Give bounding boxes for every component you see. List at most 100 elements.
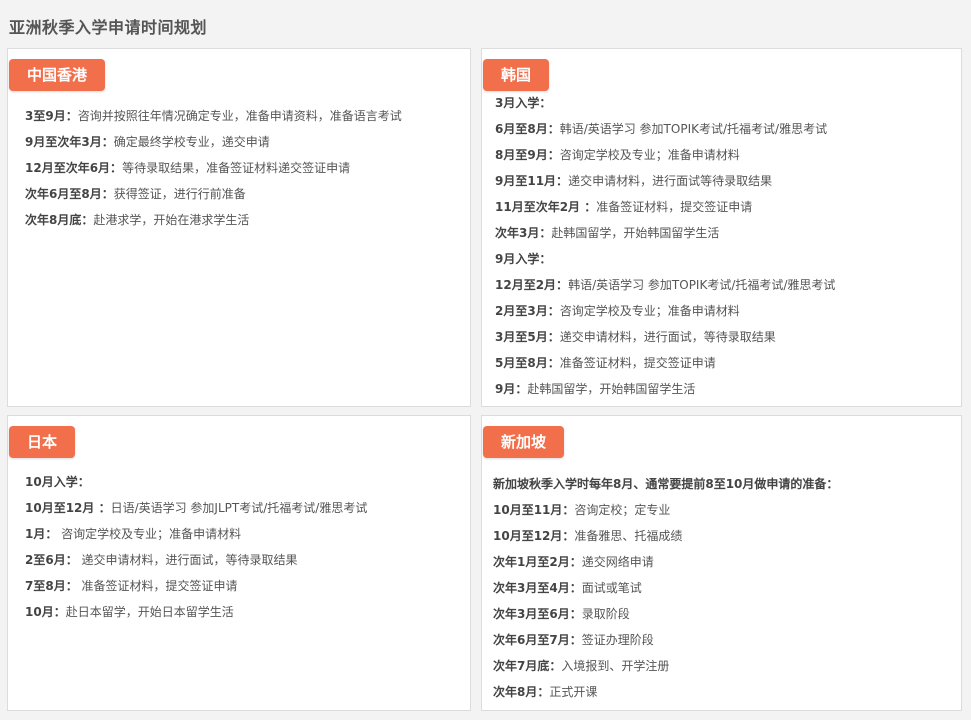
- timeline-task: 录取阶段: [581, 607, 630, 621]
- timeline-item: 10月至12月 ：日语/英语学习 参加JLPT考试/托福考试/雅思考试: [25, 495, 462, 521]
- timeline-period: 次年3月至4月：: [493, 581, 582, 595]
- timeline-period: 7至8月：: [25, 579, 78, 593]
- timeline-task: 递交申请材料，进行面试等待录取结果: [568, 174, 773, 188]
- timeline-period: 次年6月至7月：: [493, 633, 582, 647]
- timeline-list: 10月入学： 10月至12月 ：日语/英语学习 参加JLPT考试/托福考试/雅思…: [25, 469, 462, 625]
- timeline-item: 次年8月：正式开课: [493, 679, 953, 705]
- timeline-list: 新加坡秋季入学时每年8月、通常要提前8至10月做申请的准备： 10月至11月：咨…: [493, 471, 953, 705]
- timeline-period: 次年6月至8月：: [25, 187, 114, 201]
- timeline-period: 9月：: [495, 382, 528, 396]
- timeline-item: 次年3月至4月：面试或笔试: [493, 575, 953, 601]
- section-korea: 韩国 3月入学： 6月至8月：韩语/英语学习 参加TOPIK考试/托福考试/雅思…: [481, 48, 962, 407]
- timeline-task: 赴韩国留学，开始韩国留学生活: [527, 382, 696, 396]
- timeline-period: 2月至3月：: [495, 304, 560, 318]
- timeline-task: 准备签证材料，提交签证申请: [559, 356, 716, 370]
- timeline-period: 1月：: [25, 527, 58, 541]
- timeline-task: 日语/英语学习 参加JLPT考试/托福考试/雅思考试: [110, 501, 368, 515]
- timeline-period: 8月至9月：: [495, 148, 560, 162]
- timeline-period: 10月入学：: [25, 475, 90, 489]
- timeline-task: 入境报到、开学注册: [561, 659, 670, 673]
- timeline-period: 10月至11月：: [493, 503, 575, 517]
- section-japan: 日本 10月入学： 10月至12月 ：日语/英语学习 参加JLPT考试/托福考试…: [7, 415, 471, 711]
- timeline-period: 10月：: [25, 605, 66, 619]
- timeline-item: 7至8月： 准备签证材料，提交签证申请: [25, 573, 462, 599]
- section-singapore: 新加坡 新加坡秋季入学时每年8月、通常要提前8至10月做申请的准备： 10月至1…: [481, 415, 962, 711]
- timeline-item: 10月至11月：咨询定校；定专业: [493, 497, 953, 523]
- timeline-period: 9月入学：: [495, 252, 552, 266]
- timeline-period: 12月至次年6月：: [25, 161, 123, 175]
- timeline-item: 10月：赴日本留学，开始日本留学生活: [25, 599, 462, 625]
- timeline-item: 2月至3月：咨询定学校及专业；准备申请材料: [495, 298, 953, 324]
- timeline-task: 准备签证材料，提交签证申请: [77, 579, 238, 593]
- section-tag-singapore: 新加坡: [483, 426, 565, 458]
- timeline-item: 12月至次年6月：等待录取结果，准备签证材料递交签证申请: [25, 155, 462, 181]
- timeline-period: 次年7月底：: [493, 659, 562, 673]
- timeline-item: 次年6月至7月：签证办理阶段: [493, 627, 953, 653]
- section-hong-kong: 中国香港 3至9月：咨询并按照往年情况确定专业，准备申请资料，准备语言考试 9月…: [7, 48, 471, 407]
- timeline-task: 递交申请材料，进行面试，等待录取结果: [77, 553, 298, 567]
- timeline-period: 5月至8月：: [495, 356, 560, 370]
- timeline-period: 3至9月：: [25, 109, 78, 123]
- timeline-task: 咨询定校；定专业: [574, 503, 671, 517]
- section-tag-japan: 日本: [9, 426, 76, 458]
- timeline-task: 韩语/英语学习 参加TOPIK考试/托福考试/雅思考试: [568, 278, 836, 292]
- timeline-period: 9月至11月：: [495, 174, 569, 188]
- timeline-task: 签证办理阶段: [581, 633, 654, 647]
- timeline-period: 次年8月底：: [25, 213, 94, 227]
- section-tag-korea: 韩国: [483, 59, 550, 91]
- timeline-period: 9月至次年3月：: [25, 135, 114, 149]
- timeline-task: 递交网络申请: [581, 555, 654, 569]
- timeline-item: 次年6月至8月：获得签证，进行行前准备: [25, 181, 462, 207]
- timeline-task: 赴日本留学，开始日本留学生活: [65, 605, 234, 619]
- timeline-heading: 3月入学：: [495, 90, 953, 116]
- timeline-task: 确定最终学校专业，递交申请: [113, 135, 270, 149]
- timeline-item: 9月至11月：递交申请材料，进行面试等待录取结果: [495, 168, 953, 194]
- timeline-item: 次年8月底：赴港求学，开始在港求学生活: [25, 207, 462, 233]
- timeline-period: 新加坡秋季入学时每年8月、通常要提前8至10月做申请的准备：: [493, 477, 839, 491]
- page-title: 亚洲秋季入学申请时间规划: [9, 18, 208, 37]
- timeline-period: 次年8月：: [493, 685, 550, 699]
- timeline-task: 赴韩国留学，开始韩国留学生活: [551, 226, 720, 240]
- timeline-heading: 10月入学：: [25, 469, 462, 495]
- timeline-item: 次年3月：赴韩国留学，开始韩国留学生活: [495, 220, 953, 246]
- timeline-task: 正式开课: [549, 685, 598, 699]
- timeline-period: 3月入学：: [495, 96, 552, 110]
- timeline-heading: 9月入学：: [495, 246, 953, 272]
- timeline-item: 11月至次年2月 ：准备签证材料，提交签证申请: [495, 194, 953, 220]
- timeline-task: 咨询定学校及专业；准备申请材料: [559, 304, 740, 318]
- timeline-task: 等待录取结果，准备签证材料递交签证申请: [122, 161, 351, 175]
- timeline-item: 2至6月： 递交申请材料，进行面试，等待录取结果: [25, 547, 462, 573]
- timeline-item: 9月：赴韩国留学，开始韩国留学生活: [495, 376, 953, 402]
- timeline-period: 2至6月：: [25, 553, 78, 567]
- timeline-period: 次年1月至2月：: [493, 555, 582, 569]
- timeline-item: 3月至5月：递交申请材料，进行面试，等待录取结果: [495, 324, 953, 350]
- timeline-period: 次年3月至6月：: [493, 607, 582, 621]
- timeline-item: 次年1月至2月：递交网络申请: [493, 549, 953, 575]
- timeline-task: 准备雅思、托福成绩: [574, 529, 683, 543]
- timeline-task: 面试或笔试: [581, 581, 642, 595]
- timeline-list: 3至9月：咨询并按照往年情况确定专业，准备申请资料，准备语言考试 9月至次年3月…: [25, 103, 462, 233]
- timeline-task: 咨询定学校及专业；准备申请材料: [559, 148, 740, 162]
- timeline-period: 次年3月：: [495, 226, 552, 240]
- timeline-item: 6月至8月：韩语/英语学习 参加TOPIK考试/托福考试/雅思考试: [495, 116, 953, 142]
- timeline-item: 3至9月：咨询并按照往年情况确定专业，准备申请资料，准备语言考试: [25, 103, 462, 129]
- timeline-heading: 新加坡秋季入学时每年8月、通常要提前8至10月做申请的准备：: [493, 471, 953, 497]
- timeline-item: 8月至9月：咨询定学校及专业；准备申请材料: [495, 142, 953, 168]
- timeline-item: 次年3月至6月：录取阶段: [493, 601, 953, 627]
- timeline-list: 3月入学： 6月至8月：韩语/英语学习 参加TOPIK考试/托福考试/雅思考试 …: [495, 90, 953, 402]
- timeline-period: 11月至次年2月 ：: [495, 200, 597, 214]
- timeline-task: 赴港求学，开始在港求学生活: [93, 213, 250, 227]
- timeline-period: 12月至2月：: [495, 278, 569, 292]
- section-tag-hong-kong: 中国香港: [9, 59, 106, 91]
- timeline-period: 6月至8月：: [495, 122, 560, 136]
- timeline-period: 3月至5月：: [495, 330, 560, 344]
- timeline-item: 5月至8月：准备签证材料，提交签证申请: [495, 350, 953, 376]
- timeline-task: 获得签证，进行行前准备: [113, 187, 246, 201]
- timeline-task: 准备签证材料，提交签证申请: [596, 200, 753, 214]
- timeline-task: 韩语/英语学习 参加TOPIK考试/托福考试/雅思考试: [559, 122, 828, 136]
- timeline-period: 10月至12月 ：: [25, 501, 111, 515]
- timeline-item: 次年7月底：入境报到、开学注册: [493, 653, 953, 679]
- timeline-task: 咨询定学校及专业；准备申请材料: [57, 527, 242, 541]
- timeline-task: 递交申请材料，进行面试，等待录取结果: [559, 330, 776, 344]
- timeline-item: 12月至2月：韩语/英语学习 参加TOPIK考试/托福考试/雅思考试: [495, 272, 953, 298]
